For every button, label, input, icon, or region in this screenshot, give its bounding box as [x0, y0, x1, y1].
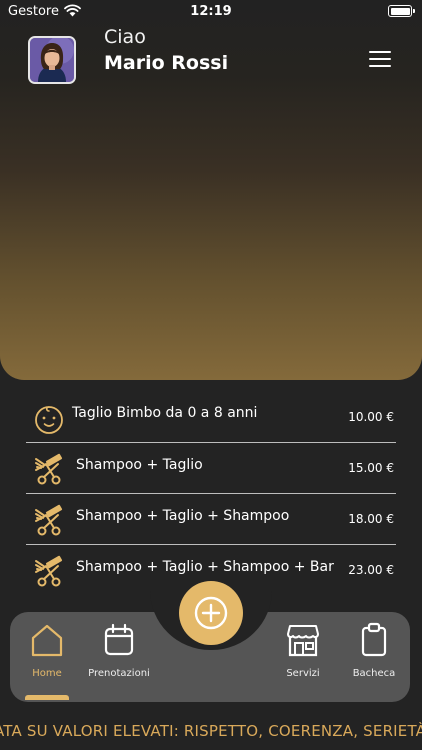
hamburger-menu-icon[interactable] — [369, 51, 393, 69]
service-price: 18.00 € — [348, 512, 394, 526]
status-time: 12:19 — [190, 4, 232, 19]
tab-label: Prenotazioni — [88, 668, 150, 679]
active-tab-indicator — [25, 695, 69, 700]
scissors-comb-icon — [35, 453, 63, 485]
baby-face-icon — [35, 406, 63, 434]
values-marquee: ATA SU VALORI ELEVATI: RISPETTO, COERENZ… — [0, 718, 422, 746]
service-name: Shampoo + Taglio + Shampoo — [76, 508, 290, 524]
tab-prenotazioni[interactable]: Prenotazioni — [81, 622, 157, 679]
tab-home[interactable]: Home — [9, 622, 85, 679]
service-row[interactable]: Shampoo + Taglio + Shampoo 18.00 € — [26, 494, 396, 545]
tab-servizi[interactable]: Servizi — [265, 622, 341, 679]
user-name: Mario Rossi — [104, 52, 229, 74]
marquee-text: ATA SU VALORI ELEVATI: RISPETTO, COERENZ… — [0, 722, 422, 740]
scissors-comb-icon — [35, 504, 63, 536]
service-name: Taglio Bimbo da 0 a 8 anni — [72, 405, 258, 421]
battery-icon — [388, 5, 415, 17]
clipboard-icon — [361, 622, 387, 657]
status-bar: Gestore 12:19 — [0, 0, 422, 24]
service-price: 23.00 € — [348, 563, 394, 577]
store-icon — [287, 625, 319, 657]
tab-label: Servizi — [286, 668, 320, 679]
service-price: 15.00 € — [348, 461, 394, 475]
plus-circle-icon — [194, 596, 228, 630]
home-icon — [31, 624, 63, 657]
avatar-portrait — [30, 38, 74, 82]
scissors-comb-icon — [35, 555, 63, 587]
tab-label: Home — [32, 668, 62, 679]
user-avatar[interactable] — [28, 36, 76, 84]
service-price: 10.00 € — [348, 410, 394, 424]
greeting-text: Ciao — [104, 26, 146, 48]
tab-label: Bacheca — [352, 668, 396, 679]
service-row[interactable]: Shampoo + Taglio 15.00 € — [26, 443, 396, 494]
add-booking-button[interactable] — [179, 581, 243, 645]
service-name: Shampoo + Taglio — [76, 457, 203, 473]
service-row[interactable]: Taglio Bimbo da 0 a 8 anni 10.00 € — [26, 392, 396, 443]
tab-bacheca[interactable]: Bacheca — [336, 622, 412, 679]
calendar-icon — [104, 623, 134, 656]
service-name: Shampoo + Taglio + Shampoo + Bar — [76, 559, 334, 575]
services-list: Taglio Bimbo da 0 a 8 anni 10.00 € Shamp… — [26, 392, 396, 596]
